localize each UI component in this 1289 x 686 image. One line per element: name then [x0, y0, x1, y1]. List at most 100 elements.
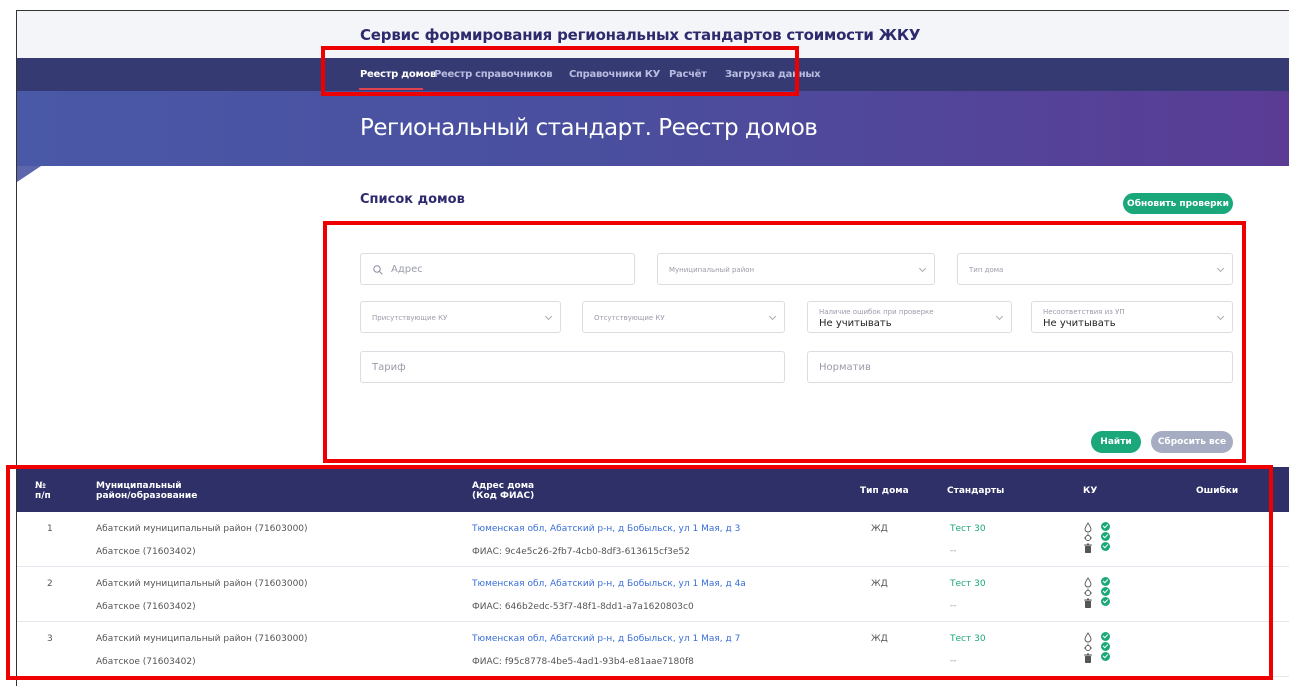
row-address-link[interactable]: Тюменская обл, Абатский р-н, д Бобыльск,… — [472, 579, 746, 589]
mismatch-label: Несоответствия из УП — [1043, 308, 1125, 316]
chevron-down-icon — [1216, 264, 1225, 273]
table-row[interactable] — [17, 567, 1289, 622]
ku-utility-icons — [1084, 522, 1092, 553]
column-header-address-line2: (Код ФИАС) — [472, 491, 535, 501]
check-icon — [1101, 632, 1110, 641]
house-type-placeholder: Тип дома — [969, 266, 1004, 274]
errors-check-select[interactable]: Наличие ошибок при проверке Не учитывать — [807, 301, 1012, 333]
column-header-house-type[interactable]: Тип дома — [860, 486, 909, 496]
address-placeholder: Адрес — [391, 264, 423, 275]
row-house-type: ЖД — [871, 579, 888, 589]
nav-item-ku-directories[interactable]: Справочники КУ — [569, 69, 660, 80]
chevron-down-icon — [995, 312, 1004, 321]
nav-item-data-upload[interactable]: Загрузка данных — [725, 69, 821, 80]
column-header-district-line1: Муниципальный — [96, 481, 182, 491]
row-number: 3 — [47, 634, 53, 644]
row-standard-secondary: -- — [950, 546, 957, 556]
present-ku-select[interactable]: Присутствующие КУ — [360, 301, 561, 333]
reset-all-button[interactable]: Сбросить все — [1151, 431, 1233, 453]
row-standard-link[interactable]: Тест 30 — [950, 634, 986, 644]
row-settlement: Абатское (71603402) — [96, 602, 196, 612]
municipal-district-select[interactable]: Муниципальный район — [657, 253, 935, 285]
table-row[interactable] — [17, 622, 1289, 677]
row-settlement: Абатское (71603402) — [96, 547, 196, 557]
check-icon — [1101, 587, 1110, 596]
check-icon — [1101, 652, 1110, 661]
errors-check-label: Наличие ошибок при проверке — [819, 308, 934, 316]
row-district: Абатский муниципальный район (71603000) — [96, 634, 308, 644]
column-header-ku[interactable]: КУ — [1083, 486, 1097, 496]
check-icon — [1101, 577, 1110, 586]
row-standard-link[interactable]: Тест 30 — [950, 524, 986, 534]
column-header-address-line1: Адрес дома — [472, 481, 535, 491]
row-fias-code: ФИАС: f95c8778-4be5-4ad1-93b4-e81aae7180… — [472, 657, 694, 667]
row-settlement: Абатское (71603402) — [96, 657, 196, 667]
row-address-link[interactable]: Тюменская обл, Абатский р-н, д Бобыльск,… — [472, 634, 740, 644]
gas-icon — [1084, 643, 1092, 652]
app-title: Сервис формирования региональных стандар… — [360, 26, 921, 44]
chevron-down-icon — [1216, 312, 1225, 321]
row-house-type: ЖД — [871, 634, 888, 644]
refresh-checks-button[interactable]: Обновить проверки — [1123, 193, 1233, 214]
gas-icon — [1084, 588, 1092, 597]
absent-ku-select[interactable]: Отсутствующие КУ — [582, 301, 785, 333]
find-button[interactable]: Найти — [1091, 431, 1141, 453]
section-title: Список домов — [360, 192, 465, 207]
nav-item-calculation[interactable]: Расчёт — [669, 69, 707, 80]
row-standard-secondary: -- — [950, 656, 957, 666]
column-header-number[interactable]: № п/п — [35, 481, 51, 501]
row-fias-code: ФИАС: 9c4e5c26-2fb7-4cb0-8df3-613615cf3e… — [472, 547, 690, 557]
row-district: Абатский муниципальный район (71603000) — [96, 579, 308, 589]
ku-utility-icons — [1084, 577, 1092, 608]
norm-placeholder: Норматив — [819, 362, 871, 373]
check-icon — [1101, 532, 1110, 541]
chevron-down-icon — [544, 312, 553, 321]
column-header-number-line1: № — [35, 481, 46, 491]
check-icon — [1101, 522, 1110, 531]
row-number: 1 — [47, 524, 53, 534]
chevron-down-icon — [768, 312, 777, 321]
search-icon — [373, 265, 383, 275]
tariff-placeholder: Тариф — [372, 362, 406, 373]
row-standard-secondary: -- — [950, 601, 957, 611]
column-header-errors[interactable]: Ошибки — [1196, 486, 1238, 496]
nav-item-houses-registry[interactable]: Реестр домов — [360, 69, 436, 80]
table-row[interactable] — [17, 512, 1289, 567]
column-header-district[interactable]: Муниципальный район/образование — [96, 481, 197, 501]
gas-icon — [1084, 533, 1092, 542]
tariff-input[interactable]: Тариф — [360, 351, 785, 383]
water-drop-icon — [1084, 577, 1092, 588]
row-standard-link[interactable]: Тест 30 — [950, 579, 986, 589]
column-header-standards[interactable]: Стандарты — [947, 486, 1004, 496]
column-header-number-line2: п/п — [35, 491, 51, 501]
norm-input[interactable]: Норматив — [807, 351, 1233, 383]
absent-ku-placeholder: Отсутствующие КУ — [594, 314, 665, 322]
column-header-district-line2: район/образование — [96, 491, 198, 501]
address-search-input[interactable]: Адрес — [360, 253, 635, 285]
page-title: Региональный стандарт. Реестр домов — [360, 115, 818, 141]
water-drop-icon — [1084, 632, 1092, 643]
trash-icon — [1084, 543, 1092, 553]
municipal-district-placeholder: Муниципальный район — [669, 266, 755, 274]
trash-icon — [1084, 598, 1092, 608]
hero-corner-decoration — [17, 166, 41, 182]
mismatch-value: Не учитывать — [1043, 318, 1116, 329]
check-icon — [1101, 597, 1110, 606]
page: Сервис формирования региональных стандар… — [0, 0, 1289, 686]
trash-icon — [1084, 653, 1092, 663]
row-district: Абатский муниципальный район (71603000) — [96, 524, 308, 534]
column-header-address[interactable]: Адрес дома (Код ФИАС) — [472, 481, 534, 501]
nav-item-directories-registry[interactable]: Реестр справочников — [434, 69, 553, 80]
chevron-down-icon — [918, 264, 927, 273]
row-fias-code: ФИАС: 646b2edc-53f7-48f1-8dd1-a7a1620803… — [472, 602, 694, 612]
row-number: 2 — [47, 579, 53, 589]
row-house-type: ЖД — [871, 524, 888, 534]
row-address-link[interactable]: Тюменская обл, Абатский р-н, д Бобыльск,… — [472, 524, 740, 534]
active-tab-indicator — [359, 88, 423, 90]
mismatch-select[interactable]: Несоответствия из УП Не учитывать — [1031, 301, 1233, 333]
water-drop-icon — [1084, 522, 1092, 533]
house-type-select[interactable]: Тип дома — [957, 253, 1233, 285]
table-header — [17, 467, 1289, 512]
check-icon — [1101, 642, 1110, 651]
present-ku-placeholder: Присутствующие КУ — [372, 314, 448, 322]
